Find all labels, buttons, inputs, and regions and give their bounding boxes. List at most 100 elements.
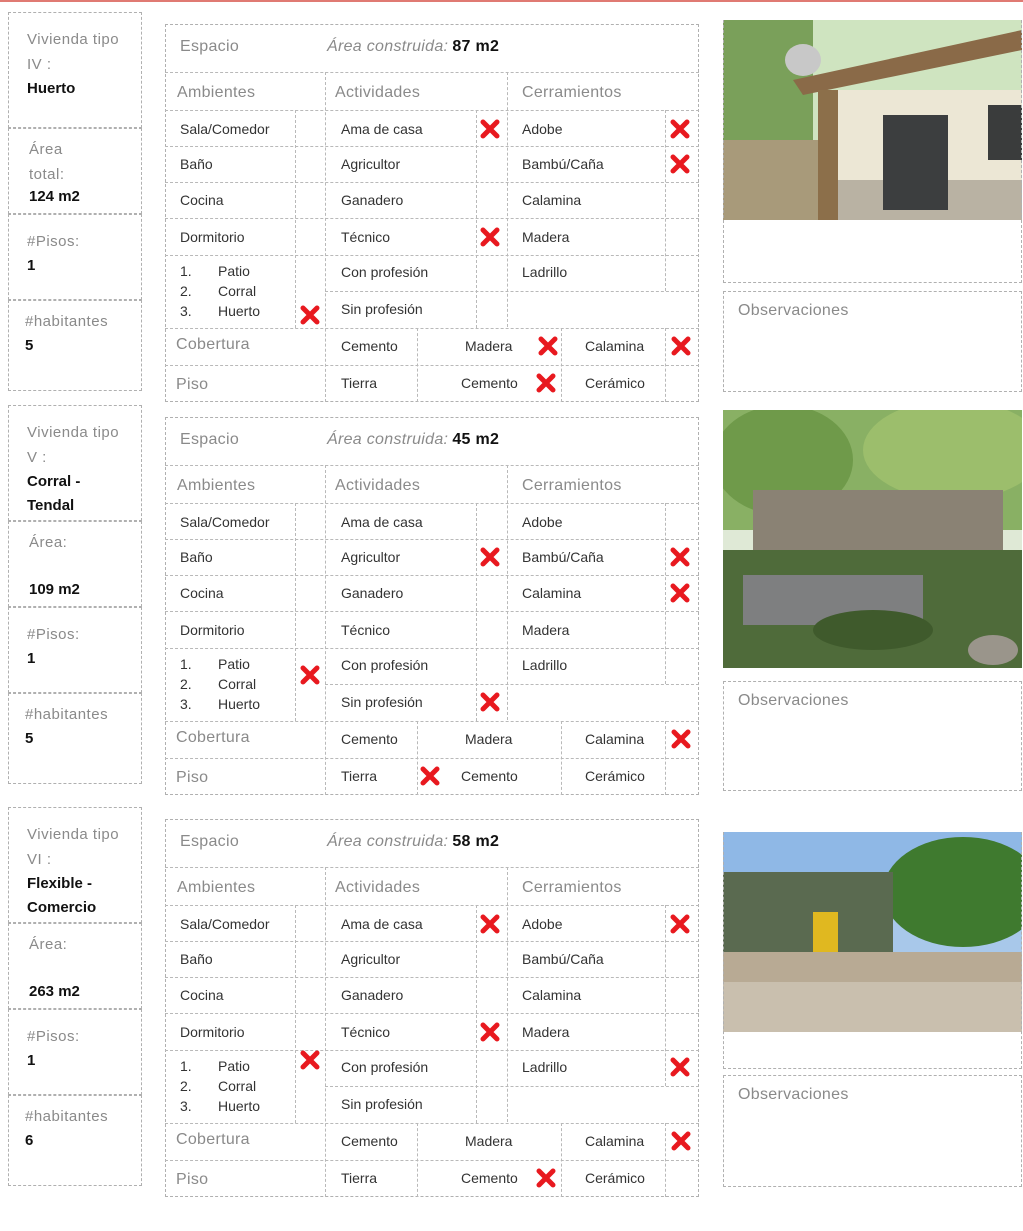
cerramiento-item: Madera xyxy=(522,1024,570,1040)
actividad-item: Sin profesión xyxy=(341,694,423,710)
cerramiento-item: Madera xyxy=(522,229,570,245)
observations-label: Observaciones xyxy=(738,302,849,319)
house-type-value: Corral - Tendal xyxy=(27,473,81,514)
x-mark-icon xyxy=(480,692,500,712)
sub-item-label: Corral xyxy=(218,283,257,299)
piso-mark xyxy=(535,372,557,394)
piso-option: Cerámico xyxy=(585,1170,645,1186)
grid-line xyxy=(665,503,666,684)
grid-line xyxy=(507,867,508,1122)
sub-item-number: 3. xyxy=(180,303,192,319)
piso-label: Piso xyxy=(176,1171,209,1188)
sub-item-number: 3. xyxy=(180,1098,192,1114)
x-mark-icon xyxy=(670,1057,690,1077)
space-label: Espacio xyxy=(180,833,240,850)
grid-line xyxy=(165,218,699,219)
built-area-value: 58 m2 xyxy=(452,833,500,850)
grid-line xyxy=(325,465,326,795)
cerramiento-item: Madera xyxy=(522,622,570,638)
built-area-label: Área construida: xyxy=(327,38,449,55)
actividad-item: Con profesión xyxy=(341,1059,429,1075)
sub-item-number: 2. xyxy=(180,676,192,692)
observations-box: Observaciones xyxy=(723,681,1022,791)
cobertura-label: Cobertura xyxy=(176,1131,250,1148)
cerramiento-item: Bambú/Caña xyxy=(522,549,604,565)
sub-item-number: 2. xyxy=(180,283,192,299)
house-type-box: Vivienda tipo IV : Huerto xyxy=(8,12,142,128)
sub-item-label: Corral xyxy=(218,1078,257,1094)
x-mark-icon xyxy=(420,766,440,786)
grid-line xyxy=(165,503,699,504)
ambiente-item: Sala/Comedor xyxy=(180,121,270,137)
house-type-label: Vivienda tipo VI : xyxy=(27,826,120,868)
floors-value: 1 xyxy=(27,650,36,667)
actividad-item: Ganadero xyxy=(341,987,404,1003)
grid-line xyxy=(561,328,562,402)
x-mark-icon xyxy=(300,1050,320,1070)
grid-line xyxy=(417,721,418,795)
sub-item-number: 1. xyxy=(180,656,192,672)
ambiente-item: Cocina xyxy=(180,192,224,208)
grid-line xyxy=(165,1013,699,1014)
cobertura-mark xyxy=(670,728,692,750)
ambiente-item: Sala/Comedor xyxy=(180,514,270,530)
grid-line xyxy=(165,611,699,612)
piso-mark xyxy=(535,1167,557,1189)
cerramientos-header: Cerramientos xyxy=(522,879,622,896)
grid-line xyxy=(665,328,666,402)
grid-line xyxy=(665,1123,666,1197)
house-photo xyxy=(723,410,1022,668)
space-table: Espacio Área construida: 45 m2 Ambientes Act… xyxy=(165,417,699,795)
cobertura-mark xyxy=(537,335,559,357)
grid-line xyxy=(165,575,699,576)
ambientes-header: Ambientes xyxy=(177,84,256,101)
cerramiento-mark xyxy=(669,118,691,140)
ambientes-header: Ambientes xyxy=(177,879,256,896)
grid-line xyxy=(165,721,699,722)
total-area-value: 109 m2 xyxy=(29,581,80,598)
house-type-value: Flexible - Comercio xyxy=(27,875,97,916)
grid-line xyxy=(417,1123,418,1197)
cobertura-mark xyxy=(670,335,692,357)
actividad-item: Ganadero xyxy=(341,192,404,208)
ambiente-item: Dormitorio xyxy=(180,1024,245,1040)
grid-line xyxy=(417,328,418,402)
observations-box: Observaciones xyxy=(723,1075,1022,1187)
x-mark-icon xyxy=(670,119,690,139)
house-photo-image xyxy=(723,410,1022,668)
floors-box: #Pisos: 1 xyxy=(8,607,142,693)
space-table: Espacio Área construida: 58 m2 Ambientes Act… xyxy=(165,819,699,1197)
piso-option: Cemento xyxy=(461,1170,518,1186)
piso-option: Cerámico xyxy=(585,768,645,784)
photo-frame xyxy=(723,832,1022,1069)
cobertura-label: Cobertura xyxy=(176,336,250,353)
house-type-label: Vivienda tipo IV : xyxy=(27,31,120,73)
house-section-2: Vivienda tipo V : Corral - Tendal Área: 109… xyxy=(0,405,1023,795)
grid-line xyxy=(325,1086,699,1087)
actividad-item: Ama de casa xyxy=(341,916,423,932)
inhabitants-value: 5 xyxy=(25,730,34,747)
actividad-mark xyxy=(479,546,501,568)
inhabitants-box: #habitantes 5 xyxy=(8,693,142,784)
grid-line xyxy=(476,503,477,721)
cobertura-option: Madera xyxy=(465,1133,513,1149)
x-mark-icon xyxy=(670,154,690,174)
grid-line xyxy=(165,977,699,978)
house-type-box: Vivienda tipo VI : Flexible - Comercio xyxy=(8,807,142,923)
piso-label: Piso xyxy=(176,769,209,786)
x-mark-icon xyxy=(670,914,690,934)
ambiente-item: Baño xyxy=(180,156,213,172)
grid-line xyxy=(476,110,477,328)
grid-line xyxy=(165,255,699,256)
photo-frame xyxy=(723,20,1022,283)
ambiente-item: Sala/Comedor xyxy=(180,916,270,932)
floors-label: #Pisos: xyxy=(27,233,80,250)
grid-line xyxy=(665,905,666,1086)
total-area-value: 124 m2 xyxy=(29,188,80,205)
grid-line xyxy=(665,721,666,795)
x-mark-icon xyxy=(536,1168,556,1188)
actividad-item: Sin profesión xyxy=(341,301,423,317)
cerramiento-item: Calamina xyxy=(522,192,582,208)
inhabitants-value: 6 xyxy=(25,1132,34,1149)
sub-item-label: Patio xyxy=(218,1058,250,1074)
